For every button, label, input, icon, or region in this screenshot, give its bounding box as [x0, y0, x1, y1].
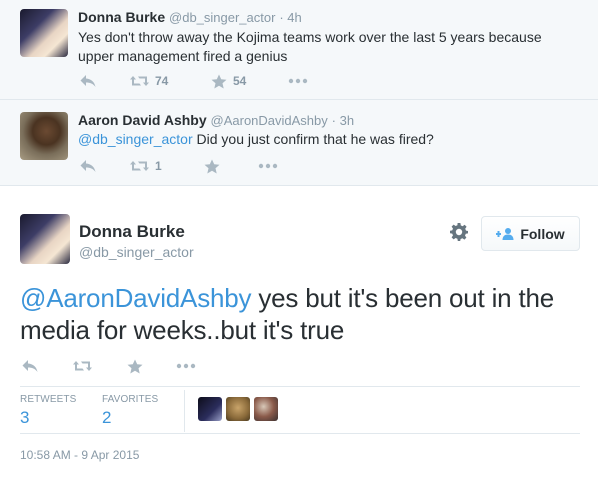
retweet-count: 1	[155, 159, 162, 173]
more-button[interactable]	[288, 73, 308, 89]
divider	[20, 433, 580, 434]
reply-icon	[22, 360, 38, 372]
avatar[interactable]	[20, 214, 70, 264]
gear-icon	[450, 223, 468, 241]
retweet-icon	[73, 361, 92, 371]
reply-button[interactable]	[80, 158, 96, 174]
retweet-icon	[130, 76, 149, 86]
favoriter-avatar[interactable]	[254, 397, 278, 421]
favorite-button[interactable]	[204, 158, 220, 174]
favorite-button[interactable]	[127, 358, 143, 374]
author-handle[interactable]: @db_singer_actor	[169, 10, 275, 25]
favorites-count[interactable]: 2	[102, 408, 111, 428]
tweet-time[interactable]: · 3h	[332, 113, 354, 128]
more-button[interactable]	[258, 158, 278, 174]
reply-button[interactable]	[22, 358, 38, 374]
more-icon	[288, 78, 308, 84]
divider	[0, 185, 598, 186]
avatar[interactable]	[20, 112, 68, 160]
retweets-label: RETWEETS	[20, 394, 77, 405]
retweet-button[interactable]: 74	[130, 73, 168, 89]
divider	[184, 390, 185, 432]
retweet-button[interactable]: 1	[130, 158, 162, 174]
tweet-actions	[20, 358, 220, 374]
tweet-actions: 1	[78, 158, 318, 174]
follow-button[interactable]: Follow	[481, 216, 580, 251]
favorite-button[interactable]: 54	[211, 73, 246, 89]
author-name[interactable]: Donna Burke	[79, 222, 185, 242]
follow-label: Follow	[520, 225, 565, 242]
tweet-time[interactable]: · 4h	[279, 10, 301, 25]
favorites-label: FAVORITES	[102, 394, 159, 405]
retweet-button[interactable]	[73, 358, 92, 374]
author-name[interactable]: Aaron David Ashby	[78, 112, 207, 128]
tweet-text: @AaronDavidAshby yes but it's been out i…	[20, 282, 590, 346]
tweet-timestamp: 10:58 AM - 9 Apr 2015	[20, 448, 140, 462]
tweet-text: @db_singer_actor Did you just confirm th…	[78, 130, 578, 149]
reply-button[interactable]	[80, 73, 96, 89]
favorite-icon	[127, 359, 143, 373]
author-handle[interactable]: @db_singer_actor	[79, 244, 194, 260]
settings-button[interactable]	[449, 222, 469, 242]
retweets-count[interactable]: 3	[20, 408, 29, 428]
favoriter-avatar[interactable]	[226, 397, 250, 421]
mention-link[interactable]: @db_singer_actor	[78, 131, 193, 147]
tweet-text: Yes don't throw away the Kojima teams wo…	[78, 29, 542, 64]
avatar[interactable]	[20, 9, 68, 57]
tweet-body: Did you just confirm that he was fired?	[192, 131, 434, 147]
divider	[20, 386, 580, 387]
follow-person-icon	[496, 227, 514, 240]
reply-icon	[80, 160, 96, 172]
more-icon	[258, 163, 278, 169]
favoriter-avatar[interactable]	[198, 397, 222, 421]
reply-icon	[80, 75, 96, 87]
retweet-icon	[130, 161, 149, 171]
author-handle[interactable]: @AaronDavidAshby	[211, 113, 328, 128]
favorite-icon	[211, 74, 227, 88]
retweet-count: 74	[155, 74, 169, 88]
more-icon	[176, 363, 196, 369]
divider	[0, 99, 598, 100]
author-name[interactable]: Donna Burke	[78, 9, 165, 25]
tweet-actions: 74 54	[78, 73, 318, 89]
mention-link[interactable]: @AaronDavidAshby	[20, 283, 252, 313]
favorite-count: 54	[233, 74, 247, 88]
favorite-icon	[204, 159, 220, 173]
more-button[interactable]	[176, 358, 196, 374]
